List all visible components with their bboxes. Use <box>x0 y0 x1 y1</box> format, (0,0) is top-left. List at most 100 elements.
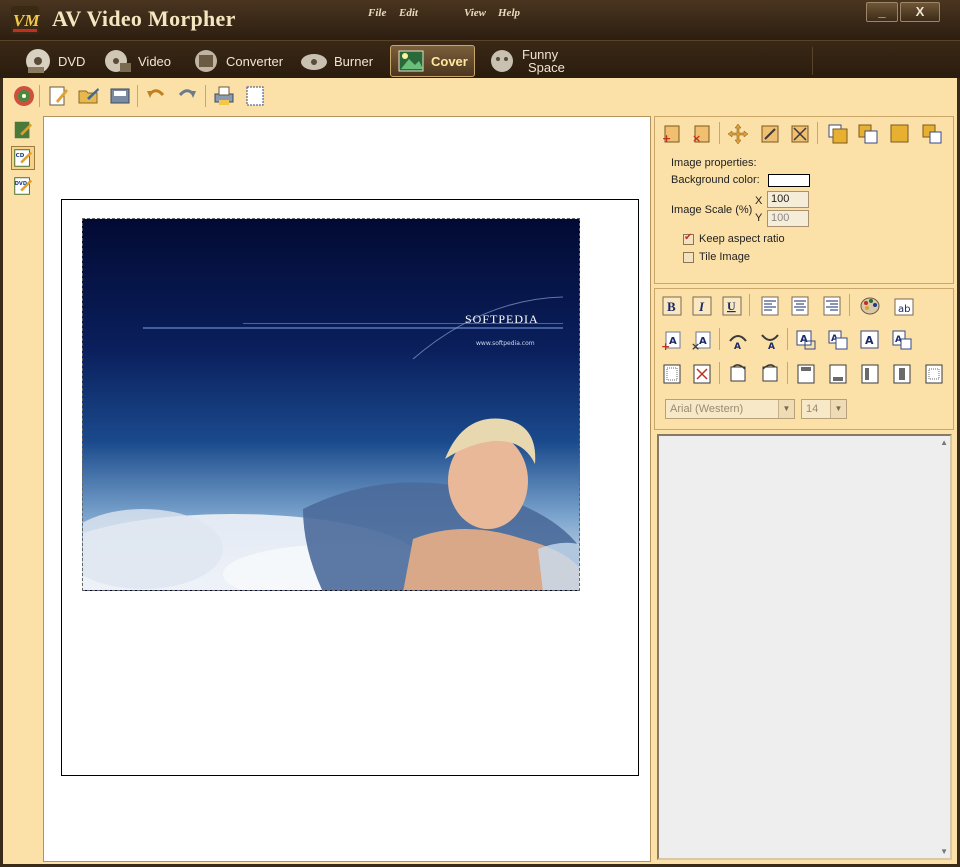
rotate-right-icon[interactable] <box>727 363 749 385</box>
tab-label: Converter <box>226 53 284 69</box>
minimize-icon: _ <box>878 4 886 19</box>
svg-text:ab: ab <box>898 304 910 315</box>
svg-text:A: A <box>768 342 775 351</box>
bring-to-front-icon[interactable] <box>827 123 849 145</box>
cover-edit-icon[interactable] <box>11 118 35 142</box>
keep-aspect-checkbox[interactable] <box>683 232 694 245</box>
align-side-icon[interactable] <box>859 363 881 385</box>
chevron-down-icon: ▼ <box>830 400 846 418</box>
background-color-swatch[interactable] <box>768 174 810 187</box>
cover-type-strip: CD DVD <box>3 114 40 864</box>
menu-view[interactable]: View <box>464 7 486 19</box>
send-to-back-icon[interactable] <box>857 123 879 145</box>
menu-file[interactable]: File <box>368 7 386 19</box>
arc-text-up-icon[interactable]: A <box>727 329 749 351</box>
svg-text:I: I <box>698 299 705 314</box>
panel-divider <box>719 362 720 384</box>
remove-text-icon[interactable]: A × <box>691 329 713 351</box>
resize-icon[interactable] <box>759 123 781 145</box>
send-backward-icon[interactable] <box>921 123 943 145</box>
italic-icon[interactable]: I <box>691 295 713 317</box>
keep-aspect-label: Keep aspect ratio <box>699 233 785 245</box>
cover-url-text: www.softpedia.com <box>476 340 535 347</box>
tab-label: Burner <box>334 53 374 69</box>
app-logo-icon: VM <box>11 6 40 34</box>
arc-text-down-icon[interactable]: A <box>759 329 781 351</box>
scale-x-input[interactable]: 100 <box>767 191 809 208</box>
add-image-icon[interactable]: + <box>661 123 683 145</box>
remove-image-icon[interactable]: × <box>691 123 713 145</box>
rotate-left-icon[interactable] <box>759 363 781 385</box>
text-front-icon[interactable]: A <box>795 329 817 351</box>
page-setup-icon[interactable] <box>243 84 267 108</box>
cover-image[interactable]: SOFTPEDIA www.softpedia.com <box>82 218 580 591</box>
text-backward-icon[interactable]: A <box>891 329 913 351</box>
open-folder-icon[interactable] <box>77 84 101 108</box>
align-right-icon[interactable] <box>821 295 843 317</box>
save-icon[interactable] <box>108 84 132 108</box>
menu-help[interactable]: Help <box>498 7 520 19</box>
align-center-icon[interactable] <box>789 295 811 317</box>
scroll-up-icon[interactable]: ▲ <box>940 438 948 447</box>
disc-wizard-icon[interactable] <box>12 84 36 108</box>
funny-space-icon <box>491 50 513 72</box>
add-text-icon[interactable]: A + <box>661 329 683 351</box>
align-left-icon[interactable] <box>759 295 781 317</box>
svg-text:+: + <box>661 340 670 351</box>
tile-image-checkbox[interactable] <box>683 252 694 263</box>
cover-canvas[interactable]: SOFTPEDIA www.softpedia.com <box>43 116 651 862</box>
svg-text:CD: CD <box>16 153 25 159</box>
tab-video[interactable]: Video <box>104 45 171 77</box>
panel-divider <box>849 294 850 316</box>
scale-x-label: X <box>755 195 763 207</box>
panel-divider <box>749 294 750 316</box>
svg-text:A: A <box>800 334 808 345</box>
image-properties-box: + × Image properties: Background color: … <box>654 116 954 284</box>
tab-funny-space[interactable]: Funny Space <box>488 45 565 77</box>
text-back-icon[interactable]: A <box>827 329 849 351</box>
panel-divider <box>787 362 788 384</box>
bold-icon[interactable]: B <box>661 295 683 317</box>
scale-y-input[interactable]: 100 <box>767 210 809 227</box>
burner-icon <box>301 54 327 70</box>
cover-artwork: SOFTPEDIA www.softpedia.com <box>83 296 579 590</box>
color-palette-icon[interactable] <box>859 295 881 317</box>
add-frame-icon[interactable] <box>661 363 683 385</box>
print-icon[interactable] <box>212 84 236 108</box>
menu-edit[interactable]: Edit <box>399 7 418 19</box>
text-effects-icon[interactable]: ab <box>893 295 915 317</box>
redo-icon[interactable] <box>175 84 199 108</box>
tab-divider <box>812 47 813 75</box>
text-forward-icon[interactable]: A <box>859 329 881 351</box>
align-bottom-icon[interactable] <box>827 363 849 385</box>
dvd-cover-icon[interactable]: DVD <box>11 174 35 198</box>
move-icon[interactable] <box>727 123 749 145</box>
tab-label: Cover <box>431 53 468 69</box>
main-toolbar <box>3 78 957 114</box>
tab-dvd[interactable]: DVD <box>24 45 85 77</box>
toolbar-divider <box>39 85 40 107</box>
font-size-select[interactable]: 14 ▼ <box>801 399 847 419</box>
align-top-icon[interactable] <box>795 363 817 385</box>
minimize-button[interactable]: _ <box>866 2 898 22</box>
fit-to-page-icon[interactable] <box>789 123 811 145</box>
tab-label: DVD <box>58 53 86 69</box>
align-justify-icon[interactable] <box>923 363 945 385</box>
tab-burner[interactable]: Burner <box>300 45 373 77</box>
underline-icon[interactable]: U <box>721 295 743 317</box>
svg-text:A: A <box>734 342 741 351</box>
close-button[interactable]: X <box>900 2 940 22</box>
cd-cover-icon[interactable]: CD <box>11 146 35 170</box>
align-middle-icon[interactable] <box>891 363 913 385</box>
new-document-icon[interactable] <box>46 84 70 108</box>
converter-icon <box>195 50 217 72</box>
remove-frame-icon[interactable] <box>691 363 713 385</box>
tab-cover[interactable]: Cover <box>390 45 475 77</box>
font-family-select[interactable]: Arial (Western) ▼ <box>665 399 795 419</box>
cover-text-input[interactable]: ▲ ▼ <box>657 434 952 860</box>
tab-converter[interactable]: Converter <box>192 45 283 77</box>
panel-divider <box>719 328 720 350</box>
bring-forward-icon[interactable] <box>889 123 911 145</box>
undo-icon[interactable] <box>144 84 168 108</box>
scroll-down-icon[interactable]: ▼ <box>940 847 948 856</box>
